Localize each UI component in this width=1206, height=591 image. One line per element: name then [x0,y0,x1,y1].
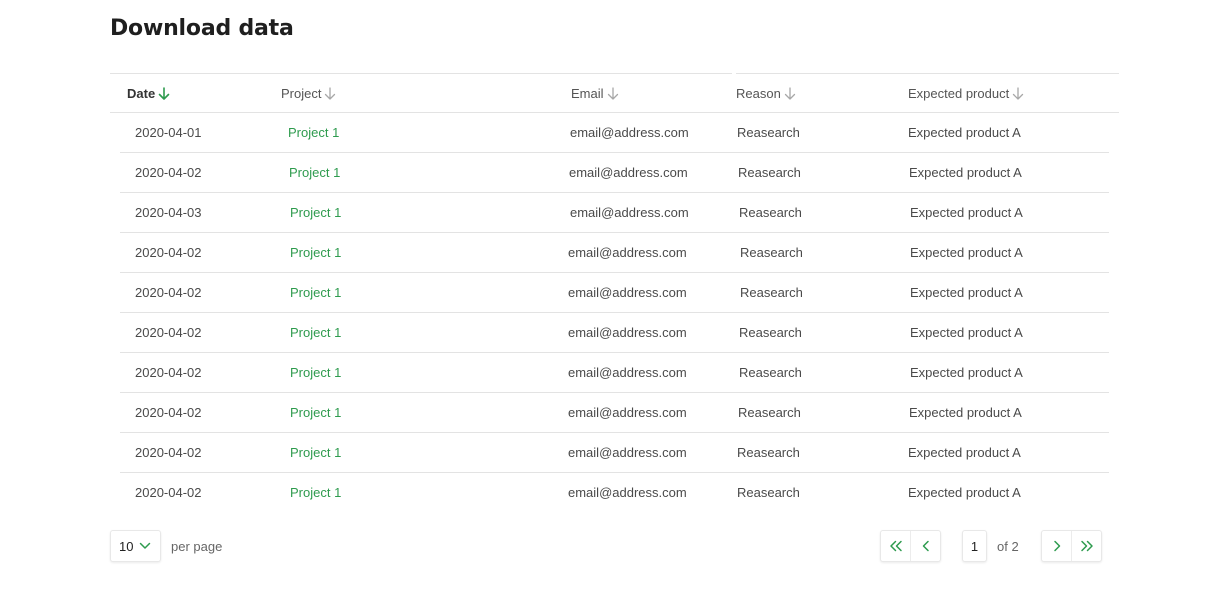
cell-reason: Reasearch [737,485,800,500]
cell-project-link[interactable]: Project 1 [288,113,339,152]
last-page-button[interactable] [1071,531,1101,561]
cell-expected-product: Expected product A [908,485,1021,500]
cell-reason: Reasearch [738,165,801,180]
pagination-bar: 10 per page 1 of 2 [110,530,1102,562]
page-total-label: of 2 [997,538,1019,554]
cell-date: 2020-04-02 [135,245,202,260]
cell-expected-product: Expected product A [909,405,1022,420]
cell-expected-product: Expected product A [910,325,1023,340]
arrow-down-icon [1012,86,1024,101]
column-header-reason[interactable]: Reason [736,74,796,113]
data-table: Date Project Email Reason Expected produ… [110,73,1119,513]
column-header-expected-product[interactable]: Expected product [908,74,1024,113]
first-page-button[interactable] [881,531,910,561]
cell-project-link[interactable]: Project 1 [290,433,341,472]
cell-reason: Reasearch [737,445,800,460]
table-row: 2020-04-03 Project 1 email@address.com R… [120,193,1109,233]
arrow-down-icon [324,86,336,101]
cell-date: 2020-04-02 [135,405,202,420]
cell-expected-product: Expected product A [908,125,1021,140]
prev-page-button[interactable] [910,531,940,561]
cell-project-link[interactable]: Project 1 [290,393,341,432]
cell-reason: Reasearch [739,365,802,380]
cell-email: email@address.com [568,245,687,260]
column-header-label: Date [127,86,156,101]
cell-email: email@address.com [570,205,689,220]
cell-reason: Reasearch [739,325,802,340]
table-row: 2020-04-02 Project 1 email@address.com R… [120,313,1109,353]
cell-project-link[interactable]: Project 1 [290,353,341,392]
per-page-select[interactable]: 10 [110,530,161,562]
chevron-down-icon [139,542,151,550]
cell-date: 2020-04-02 [135,365,202,380]
cell-project-link[interactable]: Project 1 [290,273,341,312]
arrow-down-icon [158,86,170,101]
cell-email: email@address.com [568,485,687,500]
table-header-row: Date Project Email Reason Expected produ… [110,73,1119,113]
column-header-project[interactable]: Project [281,74,336,113]
cell-expected-product: Expected product A [910,205,1023,220]
cell-project-link[interactable]: Project 1 [290,313,341,352]
cell-project-link[interactable]: Project 1 [290,193,341,232]
cell-email: email@address.com [568,285,687,300]
cell-date: 2020-04-02 [135,485,202,500]
per-page-label: per page [171,538,223,554]
table-row: 2020-04-02 Project 1 email@address.com R… [120,433,1109,473]
column-header-email[interactable]: Email [571,74,619,113]
arrow-down-icon [784,86,796,101]
double-chevron-right-icon [1080,540,1094,552]
table-row: 2020-04-02 Project 1 email@address.com R… [120,353,1109,393]
download-data-page: Download data Date Project Email Reason … [0,0,1206,591]
arrow-down-icon [607,86,619,101]
cell-email: email@address.com [570,125,689,140]
cell-project-link[interactable]: Project 1 [289,153,340,192]
table-body: 2020-04-01 Project 1 email@address.com R… [120,113,1109,513]
cell-email: email@address.com [568,405,687,420]
per-page-value: 10 [119,538,134,554]
cell-email: email@address.com [568,445,687,460]
cell-date: 2020-04-02 [135,165,202,180]
next-page-button[interactable] [1042,531,1071,561]
cell-date: 2020-04-03 [135,205,202,220]
cell-expected-product: Expected product A [910,245,1023,260]
cell-reason: Reasearch [739,205,802,220]
cell-date: 2020-04-02 [135,285,202,300]
table-row: 2020-04-02 Project 1 email@address.com R… [120,153,1109,193]
chevron-right-icon [1052,540,1062,552]
table-row: 2020-04-02 Project 1 email@address.com R… [120,393,1109,433]
cell-expected-product: Expected product A [909,165,1022,180]
pager-prev-group [880,530,941,562]
table-row: 2020-04-01 Project 1 email@address.com R… [120,113,1109,153]
cell-email: email@address.com [568,325,687,340]
cell-expected-product: Expected product A [908,445,1021,460]
cell-project-link[interactable]: Project 1 [290,473,341,512]
cell-date: 2020-04-02 [135,325,202,340]
column-header-date[interactable]: Date [127,74,170,113]
cell-reason: Reasearch [738,405,801,420]
table-row: 2020-04-02 Project 1 email@address.com R… [120,273,1109,313]
cell-date: 2020-04-02 [135,445,202,460]
table-row: 2020-04-02 Project 1 email@address.com R… [120,233,1109,273]
column-header-label: Reason [736,86,781,101]
cell-reason: Reasearch [740,285,803,300]
chevron-left-icon [921,540,931,552]
cell-email: email@address.com [569,165,688,180]
cell-email: email@address.com [568,365,687,380]
cell-reason: Reasearch [740,245,803,260]
table-row: 2020-04-02 Project 1 email@address.com R… [120,473,1109,513]
column-header-label: Project [281,86,322,101]
cell-reason: Reasearch [737,125,800,140]
column-header-label: Expected product [908,86,1010,101]
cell-date: 2020-04-01 [135,125,202,140]
current-page-input[interactable]: 1 [962,530,987,562]
column-header-label: Email [571,86,604,101]
pager-next-group [1041,530,1102,562]
cell-project-link[interactable]: Project 1 [290,233,341,272]
cell-expected-product: Expected product A [910,285,1023,300]
double-chevron-left-icon [889,540,903,552]
page-title: Download data [110,16,294,41]
cell-expected-product: Expected product A [910,365,1023,380]
